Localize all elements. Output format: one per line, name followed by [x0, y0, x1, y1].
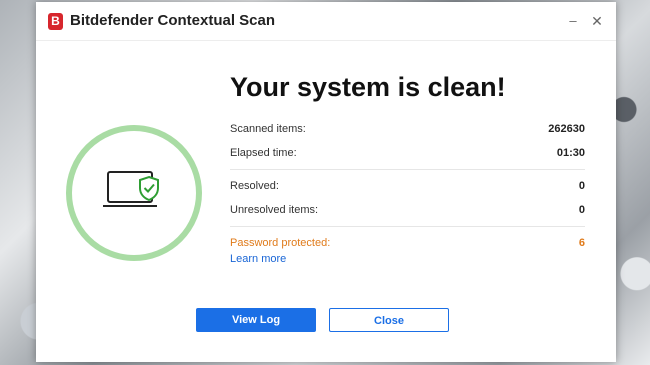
stat-value: 0 — [578, 180, 585, 192]
stat-label: Resolved: — [230, 180, 279, 192]
view-log-button[interactable]: View Log — [196, 308, 316, 332]
scan-result-headline: Your system is clean! — [230, 72, 506, 102]
title-bar: B Bitdefender Contextual Scan – ✕ — [36, 2, 616, 41]
stat-resolved: Resolved: 0 — [230, 180, 585, 198]
stat-value: 262630 — [548, 123, 585, 135]
scan-window: B Bitdefender Contextual Scan – ✕ Your s… — [36, 2, 616, 362]
stat-value: 0 — [578, 204, 585, 216]
close-button[interactable]: Close — [329, 308, 449, 332]
stat-unresolved-items: Unresolved items: 0 — [230, 204, 585, 222]
window-title: Bitdefender Contextual Scan — [70, 12, 276, 29]
bitdefender-logo-icon: B — [48, 13, 63, 30]
stat-label: Unresolved items: — [230, 204, 319, 216]
stat-label: Password protected: — [230, 237, 331, 249]
divider — [230, 226, 585, 227]
stat-label: Elapsed time: — [230, 147, 297, 159]
stat-elapsed-time: Elapsed time: 01:30 — [230, 147, 585, 165]
learn-more-link[interactable]: Learn more — [230, 253, 286, 265]
laptop-shield-check-icon — [103, 171, 159, 207]
stat-scanned-items: Scanned items: 262630 — [230, 123, 585, 141]
minimize-button[interactable]: – — [562, 10, 584, 32]
stat-value: 6 — [578, 237, 585, 249]
divider — [230, 169, 585, 170]
window-close-button[interactable]: ✕ — [586, 10, 608, 32]
stat-value: 01:30 — [556, 147, 585, 159]
stat-label: Scanned items: — [230, 123, 306, 135]
